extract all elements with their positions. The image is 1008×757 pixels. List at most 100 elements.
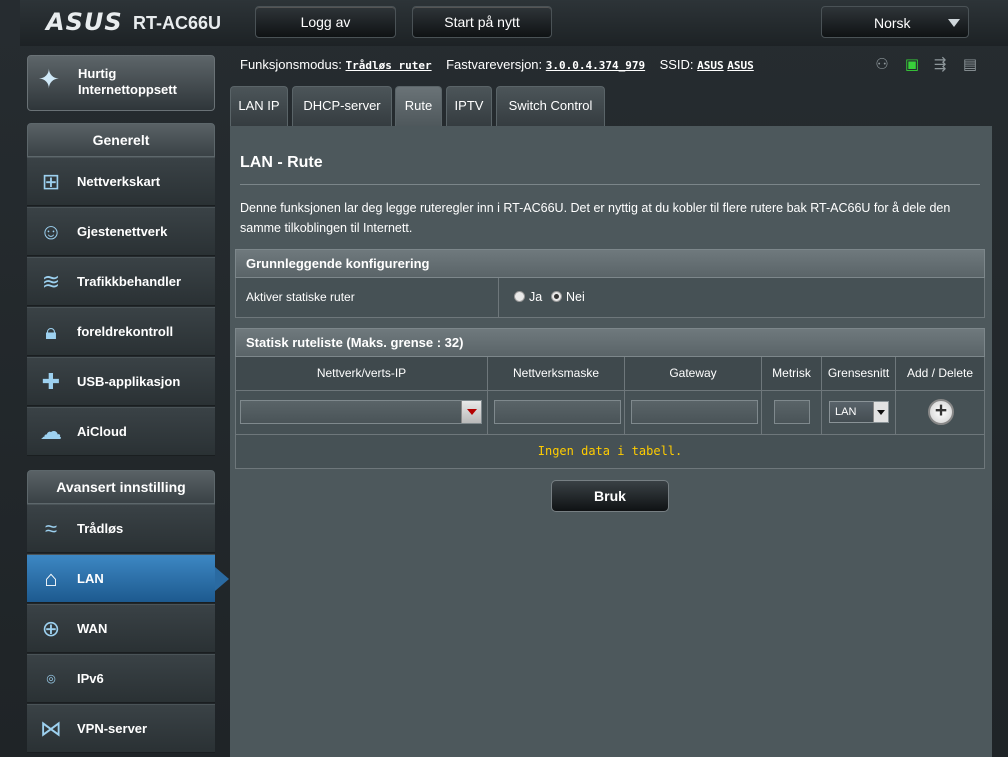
language-select[interactable]: Norsk [821, 6, 969, 38]
metric-cell [762, 391, 822, 434]
tab-dhcp-server[interactable]: DHCP-server [292, 86, 392, 126]
sidebar-item-label: Trådløs [77, 521, 124, 536]
title-divider [240, 184, 980, 185]
sidebar-item-network-map[interactable]: ⊞ Nettverkskart [27, 157, 215, 206]
ssid-link-2[interactable]: ASUS [727, 59, 754, 72]
cloud-icon: ☁ [40, 419, 62, 444]
firmware-value-link[interactable]: 3.0.0.4.374_979 [546, 59, 645, 72]
static-routes-yes-radio[interactable] [514, 291, 525, 302]
advanced-section-header: Avansert innstilling [27, 470, 215, 504]
metric-input[interactable] [774, 400, 810, 424]
sidebar-item-guest-network[interactable]: ☺ Gjestenettverk [27, 207, 215, 256]
chevron-down-icon [873, 402, 888, 422]
tab-iptv[interactable]: IPTV [446, 86, 492, 126]
language-label: Norsk [874, 15, 911, 31]
tab-switch-control[interactable]: Switch Control [496, 86, 605, 126]
sidebar-item-aicloud[interactable]: ☁ AiCloud [27, 407, 215, 456]
basic-config-header: Grunnleggende konfigurering [235, 249, 985, 278]
static-routes-no-radio[interactable] [551, 291, 562, 302]
page-title: LAN - Rute [240, 154, 323, 171]
gateway-cell [625, 391, 762, 434]
status-info-line: Funksjonsmodus: Trådløs ruter Fastvareve… [240, 57, 754, 72]
sidebar-item-wan[interactable]: ⊕ WAN [27, 604, 215, 653]
no-data-message: Ingen data i tabell. [235, 435, 985, 469]
sidebar-item-label: USB-applikasjon [77, 374, 181, 389]
sidebar-item-traffic-manager[interactable]: ≋ Trafikkbehandler [27, 257, 215, 306]
column-header-network-ip: Nettverk/verts-IP [236, 357, 488, 390]
interface-select[interactable]: LAN [829, 401, 889, 423]
column-header-netmask: Nettverksmaske [488, 357, 625, 390]
traffic-graph-icon: ≋ [41, 269, 61, 294]
network-ip-dropdown-arrow-icon[interactable] [461, 401, 481, 423]
interface-select-value: LAN [835, 406, 857, 418]
ipv6-icon: ◎ [46, 673, 56, 685]
add-route-plus-icon[interactable]: + [928, 399, 954, 425]
logout-button[interactable]: Logg av [255, 6, 396, 38]
sidebar-item-label: AiCloud [77, 424, 127, 439]
sidebar-item-lan[interactable]: ⌂ LAN [27, 554, 229, 603]
quick-setup-line2: Internettoppsett [78, 82, 177, 97]
sidebar-item-usb-application[interactable]: ✚ USB-applikasjon [27, 357, 215, 406]
usb-icon[interactable]: ⇶ [930, 55, 950, 73]
add-delete-cell: + [896, 391, 984, 434]
static-routes-yes-label: Ja [529, 290, 543, 304]
tab-route[interactable]: Rute [395, 86, 442, 126]
mode-label: Funksjonsmodus: [240, 57, 342, 72]
home-icon: ⌂ [44, 566, 58, 591]
static-routes-label: Aktiver statiske ruter [246, 290, 355, 304]
guest-users-icon: ☺ [39, 219, 63, 244]
ssid-link-1[interactable]: ASUS [697, 59, 724, 72]
asus-logo: ASUS [46, 8, 123, 36]
page-description: Denne funksjonen lar deg legge ruteregle… [240, 201, 951, 235]
quick-setup-line1: Hurtig [78, 66, 117, 81]
chevron-down-icon [948, 19, 960, 27]
interface-cell: LAN [822, 391, 896, 434]
sidebar-item-label: WAN [77, 621, 108, 636]
column-header-interface: Grensesnitt [822, 357, 896, 390]
sidebar-item-vpn-server[interactable]: ⋈ VPN-server [27, 704, 215, 753]
route-input-row: LAN + [235, 391, 985, 435]
quick-internet-setup-button[interactable]: ✦ Hurtig Internettoppsett [27, 55, 215, 111]
static-routes-row: Aktiver statiske ruter Ja Nei [235, 278, 985, 318]
sidebar-item-wireless[interactable]: ≈ Trådløs [27, 504, 215, 553]
globe-icon: ⊕ [41, 616, 61, 641]
route-list-header: Statisk ruteliste (Maks. grense : 32) [235, 328, 985, 357]
magic-wand-icon: ✦ [38, 64, 60, 94]
tab-lan-ip[interactable]: LAN IP [230, 86, 288, 126]
ssid-label: SSID: [659, 57, 694, 72]
model-name: RT-AC66U [133, 13, 222, 33]
column-header-add-delete: Add / Delete [906, 366, 974, 380]
apply-button[interactable]: Bruk [551, 480, 669, 512]
network-ip-input[interactable] [240, 400, 482, 424]
network-status-icon[interactable]: ▣ [902, 55, 922, 73]
lock-icon: 🔒︎ [45, 319, 57, 344]
column-header-gateway: Gateway [625, 357, 762, 390]
vpn-icon: ⋈ [40, 716, 62, 741]
reboot-button[interactable]: Start på nytt [412, 6, 552, 38]
firmware-label: Fastvareversjon: [446, 57, 543, 72]
quick-setup-label: Hurtig Internettoppsett [78, 66, 177, 98]
row-divider [498, 278, 499, 317]
netmask-cell [488, 391, 625, 434]
network-map-icon: ⊞ [41, 169, 61, 194]
mode-value-link[interactable]: Trådløs ruter [346, 59, 432, 72]
sidebar-item-label: Nettverkskart [77, 174, 161, 189]
sidebar-item-parental-control[interactable]: 🔒︎ foreldrekontroll [27, 307, 215, 356]
general-section-header: Generelt [27, 123, 215, 157]
column-header-metric: Metrisk [762, 357, 822, 390]
sidebar-item-label: foreldrekontroll [77, 324, 174, 339]
sidebar-item-label: LAN [77, 571, 104, 586]
clients-icon[interactable]: ⚇ [872, 55, 892, 73]
gateway-input[interactable] [631, 400, 758, 424]
network-ip-cell [236, 391, 488, 434]
sidebar-item-ipv6[interactable]: ◎ IPv6 [27, 654, 215, 703]
status-icons: ⚇ ▣ ⇶ ▤ [872, 55, 982, 75]
puzzle-icon: ✚ [41, 369, 61, 394]
static-routes-no-label: Nei [566, 290, 585, 304]
netmask-input[interactable] [494, 400, 621, 424]
sidebar-item-label: IPv6 [77, 671, 104, 686]
app-window: ASUS RT-AC66U Logg av Start på nytt Nors… [0, 0, 1008, 757]
printer-icon[interactable]: ▤ [960, 55, 980, 73]
sidebar-item-label: VPN-server [77, 721, 148, 736]
sidebar-item-label: Gjestenettverk [77, 224, 168, 239]
